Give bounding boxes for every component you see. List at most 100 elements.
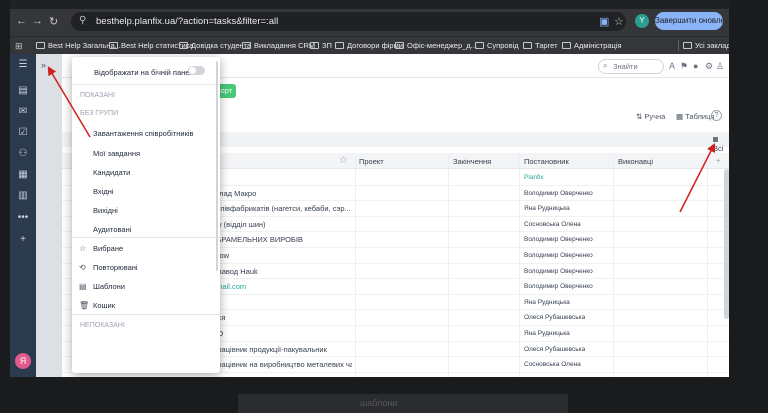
section-no-group: БЕЗ ГРУПИ [80,110,119,117]
bookmark-item[interactable]: Викладання CRM [242,41,315,50]
search-input[interactable]: ⌕ Знайти [598,59,664,74]
task-author[interactable]: Володимир Оверченко [524,252,593,259]
update-button[interactable]: Завершити оновлення [655,12,723,30]
task-author[interactable]: Олеся Рубашевська [524,314,585,321]
account-icon[interactable]: ♙ [716,61,724,72]
bookmark-item[interactable]: Адміністрація [562,41,622,50]
star-icon: ☆ [79,244,87,253]
task-name[interactable]: юся [212,313,352,322]
section-hidden: НЕПОКАЗАНІ [80,322,125,329]
documents-icon[interactable]: ▦ [17,169,29,180]
filter-panel-strip: » [36,54,62,377]
menu-divider [72,84,220,85]
filter-square-icon [713,137,718,142]
favorite-star-icon[interactable]: ☆ [339,155,348,166]
all-bookmarks[interactable]: Усі закладки [683,41,729,50]
grid-scrollbar[interactable] [724,169,729,319]
bookmark-item[interactable]: Довідка студента [179,41,251,50]
task-author[interactable]: Сосновська Олена [524,361,581,368]
folder-icon [395,42,404,49]
task-author[interactable]: Яна Рудницька [524,299,570,306]
projects-icon[interactable]: ▤ [17,85,29,96]
inbox-icon[interactable]: ✉ [17,106,29,117]
bookmark-item[interactable]: Таргет [523,41,558,50]
site-info-icon[interactable]: ⚲ [79,15,86,26]
task-author[interactable]: Володимир Оверченко [524,236,593,243]
folder-icon [36,42,45,49]
task-name[interactable]: КАРАМЕЛЬНИХ ВИРОБІВ [212,235,352,244]
filter-all-chip[interactable]: Всі [713,135,729,153]
bookmark-item[interactable]: Офіс-менеджер_д... [395,41,477,50]
bookmarks-bar: ⊞ Best Help Загальна... Best Help статис… [10,36,729,54]
view-table[interactable]: ▦ Таблиця [676,112,714,121]
folder-icon [562,42,571,49]
section-shown: ПОКАЗАНІ [80,92,116,99]
folder-icon [683,42,692,49]
apps-grid-icon[interactable]: ⊞ [15,41,23,52]
forward-icon[interactable]: → [32,15,43,27]
address-bar[interactable]: ⚲ besthelp.planfix.ua/?action=tasks&filt… [71,12,626,31]
folder-icon [523,42,532,49]
bookmark-item[interactable]: Договори фірми [335,41,403,50]
add-column-icon[interactable]: + [716,156,721,165]
column-deadline[interactable]: Закінчення [453,157,491,166]
more-icon[interactable]: ••• [17,212,29,223]
backdrop-bar [238,394,568,413]
task-name[interactable]: Працівник продукції-пакувальник [212,345,352,354]
expand-chevron-icon[interactable]: » [41,60,46,70]
task-author[interactable]: Володимир Оверченко [524,283,593,290]
column-project[interactable]: Проект [359,157,384,166]
menu-scrollbar[interactable] [216,61,218,271]
column-assignees[interactable]: Виконавці [618,157,653,166]
app-sidebar: ☰ ▤ ✉ ☑ ⚇ ▦ ▥ ••• + Я [10,54,36,377]
task-name[interactable]: ow (відділ шин) [212,220,352,229]
notifications-icon[interactable]: A [669,61,675,71]
tasks-icon[interactable]: ☑ [17,127,29,138]
alerts-icon[interactable]: ● [693,61,698,71]
filter-dropdown-menu: Відображати на бічній панелі ПОКАЗАНІ БЕ… [72,57,220,373]
task-name[interactable]: Працівник на виробництво металевих части… [212,360,352,369]
task-author[interactable]: Planfix [524,174,544,181]
bookmark-item[interactable]: ЗП [310,41,332,50]
repeat-icon: ⟲ [79,263,86,272]
menu-divider [72,237,220,238]
folder-icon [475,42,484,49]
task-author[interactable]: Сосновська Олена [524,221,581,228]
folder-icon [335,42,344,49]
user-avatar[interactable]: Я [15,353,31,369]
install-icon[interactable]: ▣ [599,15,609,28]
task-name[interactable]: gmail.com [212,282,352,291]
backdrop-footer-text: шаблони [360,398,398,408]
menu-icon[interactable]: ☰ [17,59,29,70]
flag-icon[interactable]: ⚑ [680,61,688,72]
bookmark-item[interactable]: Супровід [475,41,519,50]
task-name[interactable]: напівфабрикатів (нагетси, кебаби, сэр... [212,204,352,213]
menu-divider [72,314,220,315]
reports-icon[interactable]: ▥ [17,190,29,201]
task-author[interactable]: Яна Рудницька [524,205,570,212]
back-icon[interactable]: ← [16,15,27,27]
help-icon[interactable]: ? [711,110,722,121]
task-name[interactable]: й завод Hauk [212,267,352,276]
column-author[interactable]: Постановник [524,157,569,166]
view-manual[interactable]: ⇅ Ручна [636,112,665,121]
profile-avatar[interactable]: Y [635,14,649,28]
search-placeholder: Знайти [613,62,638,71]
sidebar-toggle-switch[interactable] [188,66,205,75]
add-icon[interactable]: + [17,234,29,245]
task-author[interactable]: Олеся Рубашевська [524,346,585,353]
contacts-icon[interactable]: ⚇ [17,148,29,159]
task-author[interactable]: Володимир Оверченко [524,190,593,197]
task-author[interactable]: Яна Рудницька [524,330,570,337]
task-name[interactable]: ykow [212,251,352,260]
task-name[interactable]: NO [212,329,352,338]
settings-icon[interactable]: ⚙ [705,61,713,72]
browser-toolbar: ← → ↻ ⚲ besthelp.planfix.ua/?action=task… [10,0,729,36]
template-icon: ▤ [79,282,87,291]
url-text: besthelp.planfix.ua/?action=tasks&filter… [96,16,279,27]
reload-icon[interactable]: ↻ [49,15,58,28]
bookmark-star-icon[interactable]: ☆ [614,15,624,28]
folder-icon [310,42,319,49]
task-author[interactable]: Володимир Оверченко [524,268,593,275]
task-name[interactable]: склад Макро [212,189,352,198]
